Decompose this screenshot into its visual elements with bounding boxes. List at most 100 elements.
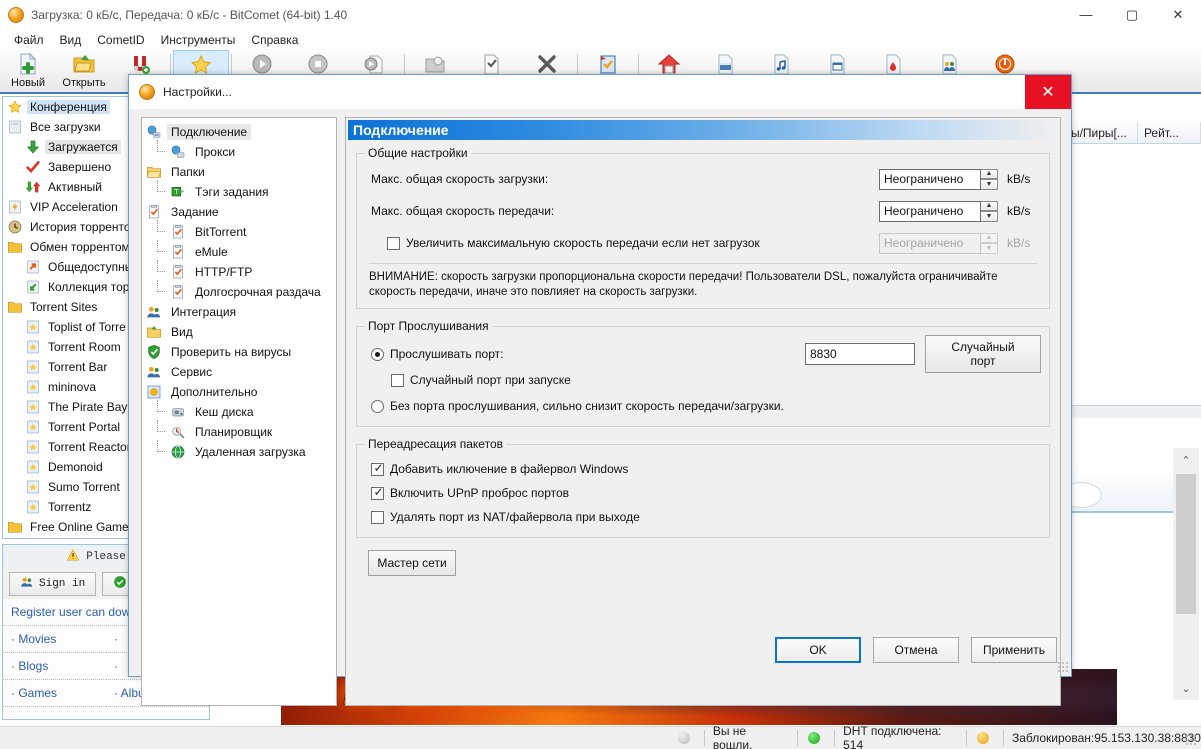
scroll-down-icon[interactable]: ⌄ (1173, 676, 1199, 700)
boost-upload-checkbox-row[interactable]: Увеличить максимальную скорость передачи… (365, 232, 760, 254)
tags-icon: T (170, 184, 186, 200)
status-separator-3 (834, 730, 836, 746)
ad-link-blogs[interactable]: · Blogs (3, 653, 106, 680)
toolbar-button-new[interactable]: Новый (0, 50, 56, 92)
menu-file[interactable]: Файл (6, 31, 52, 49)
site-icon (25, 419, 41, 435)
settings-item-task[interactable]: Задание (146, 202, 336, 222)
general-settings-legend: Общие настройки (368, 146, 468, 160)
firewall-exception-checkbox[interactable] (371, 461, 385, 476)
stepper-down-icon[interactable]: ▼ (981, 211, 998, 222)
svg-text:T: T (174, 187, 179, 196)
settings-label-integration: Интеграция (171, 305, 237, 319)
settings-category-tree[interactable]: Подключение Прокси Папки T Тэги задания … (141, 117, 337, 706)
resize-grip[interactable] (1185, 734, 1197, 746)
max-upload-speed-label: Макс. общая скорость передачи: (371, 204, 555, 218)
settings-item-view[interactable]: Вид (146, 322, 336, 342)
max-upload-speed-input[interactable]: Неограничено (879, 200, 981, 222)
stepper-down-icon[interactable]: ▼ (981, 179, 998, 190)
settings-item-remote-download[interactable]: Удаленная загрузка (146, 440, 336, 462)
listen-port-radio-row[interactable]: Прослушивать порт: (365, 342, 503, 366)
upnp-checkbox[interactable] (371, 485, 385, 500)
status-bar: Вы не вошли. DHT подключена: 514 Заблоки… (0, 724, 1201, 749)
ok-button[interactable]: OK (775, 637, 861, 663)
apply-button[interactable]: Применить (971, 637, 1057, 663)
downloads-icon (7, 119, 23, 135)
settings-item-advanced[interactable]: Дополнительно (146, 382, 336, 402)
close-button[interactable]: ✕ (1155, 0, 1201, 30)
folder-icon (146, 164, 162, 180)
green-check-icon (113, 575, 127, 593)
listen-port-input[interactable]: 8830 (805, 343, 915, 365)
listen-port-radio[interactable] (371, 347, 384, 361)
minimize-button[interactable]: — (1063, 0, 1109, 30)
upnp-row[interactable]: Включить UPnP проброс портов (365, 481, 1041, 505)
settings-item-folders[interactable]: Папки (146, 162, 336, 182)
speed-warning-text: ВНИМАНИЕ: скорость загрузки пропорционал… (369, 263, 1037, 300)
settings-item-scheduler[interactable]: Планировщик (146, 420, 336, 442)
menu-cometid[interactable]: CometID (89, 31, 152, 49)
no-listen-port-row[interactable]: Без порта прослушивания, сильно снизит с… (365, 394, 1041, 418)
ad-link-games[interactable]: · Games (3, 680, 106, 707)
dialog-close-button[interactable]: ✕ (1025, 74, 1071, 109)
settings-item-emule[interactable]: eMule (146, 240, 336, 262)
menu-help[interactable]: Справка (243, 31, 306, 49)
nav-label-torrent-portal: Torrent Portal (48, 420, 121, 434)
port-forward-group: Переадресация пакетов Добавить иключение… (356, 437, 1050, 538)
settings-label-service: Сервис (171, 365, 213, 379)
scrollbar-thumb[interactable] (1176, 474, 1196, 614)
scroll-up-icon[interactable]: ⌃ (1173, 448, 1199, 472)
music-icon (769, 52, 793, 76)
settings-item-virus-check[interactable]: Проверить на вирусы (146, 342, 336, 362)
settings-item-integration[interactable]: Интеграция (146, 302, 336, 322)
users-icon (146, 304, 162, 320)
max-download-speed-stepper[interactable]: ▲ ▼ (981, 168, 998, 190)
dialog-resize-grip[interactable] (1057, 661, 1069, 673)
settings-item-service[interactable]: Сервис (146, 362, 336, 382)
random-port-on-start-checkbox[interactable] (391, 373, 404, 387)
listen-port-row: Прослушивать порт: 8830 Случайный порт (365, 335, 1041, 373)
max-download-speed-input[interactable]: Неограничено (879, 168, 981, 190)
users-icon (20, 575, 34, 593)
settings-item-proxy[interactable]: Прокси (146, 140, 336, 162)
vertical-scrollbar[interactable]: ⌃ ⌄ (1173, 448, 1199, 700)
sign-in-button[interactable]: Sign in (9, 572, 97, 596)
no-listen-port-radio[interactable] (371, 399, 384, 413)
site-icon (25, 439, 41, 455)
settings-item-http-ftp[interactable]: HTTP/FTP (146, 260, 336, 282)
settings-label-connection: Подключение (167, 124, 252, 140)
remove-port-on-exit-checkbox[interactable] (371, 510, 384, 524)
menu-tools[interactable]: Инструменты (153, 31, 244, 49)
firewall-exception-row[interactable]: Добавить иключение в файервол Windows (365, 457, 1041, 481)
settings-item-long-term-seeding[interactable]: Долгосрочная раздача (146, 280, 336, 302)
stepper-up-icon[interactable]: ▲ (981, 200, 998, 211)
resume-icon (362, 52, 386, 76)
listen-port-group: Порт Прослушивания Прослушивать порт: 88… (356, 319, 1050, 427)
scheduler-icon (170, 424, 186, 440)
delete-x-icon (535, 52, 559, 76)
max-upload-speed-stepper[interactable]: ▲ ▼ (981, 200, 998, 222)
column-header-rating[interactable]: Рейт... (1138, 121, 1201, 144)
nav-label-downloading: Загружается (45, 140, 121, 154)
settings-item-disk-cache[interactable]: Кеш диска (146, 400, 336, 422)
random-port-button[interactable]: Случайный порт (925, 335, 1041, 373)
toolbar-button-open[interactable]: Открыть (56, 50, 112, 92)
remove-port-on-exit-row[interactable]: Удалять порт из NAT/файервола при выходе (365, 505, 1041, 529)
menu-view[interactable]: Вид (52, 31, 90, 49)
sign-in-button-label: Sign in (39, 578, 86, 590)
network-wizard-button[interactable]: Мастер сети (368, 550, 456, 576)
stepper-up-icon[interactable]: ▲ (981, 168, 998, 179)
folder-icon (7, 519, 23, 535)
forums-icon (937, 52, 961, 76)
disk-cache-icon (170, 404, 186, 420)
settings-item-task-tags[interactable]: T Тэги задания (146, 180, 336, 202)
settings-label-folders: Папки (171, 165, 205, 179)
cancel-button[interactable]: Отмена (873, 637, 959, 663)
maximize-button[interactable]: ▢ (1109, 0, 1155, 30)
settings-item-connection[interactable]: Подключение (146, 122, 336, 142)
listen-port-legend: Порт Прослушивания (368, 319, 489, 333)
settings-item-bittorrent[interactable]: BitTorrent (146, 220, 336, 242)
ad-link-movies[interactable]: · Movies (3, 626, 106, 653)
games-icon (881, 52, 905, 76)
boost-upload-checkbox[interactable] (387, 236, 400, 250)
